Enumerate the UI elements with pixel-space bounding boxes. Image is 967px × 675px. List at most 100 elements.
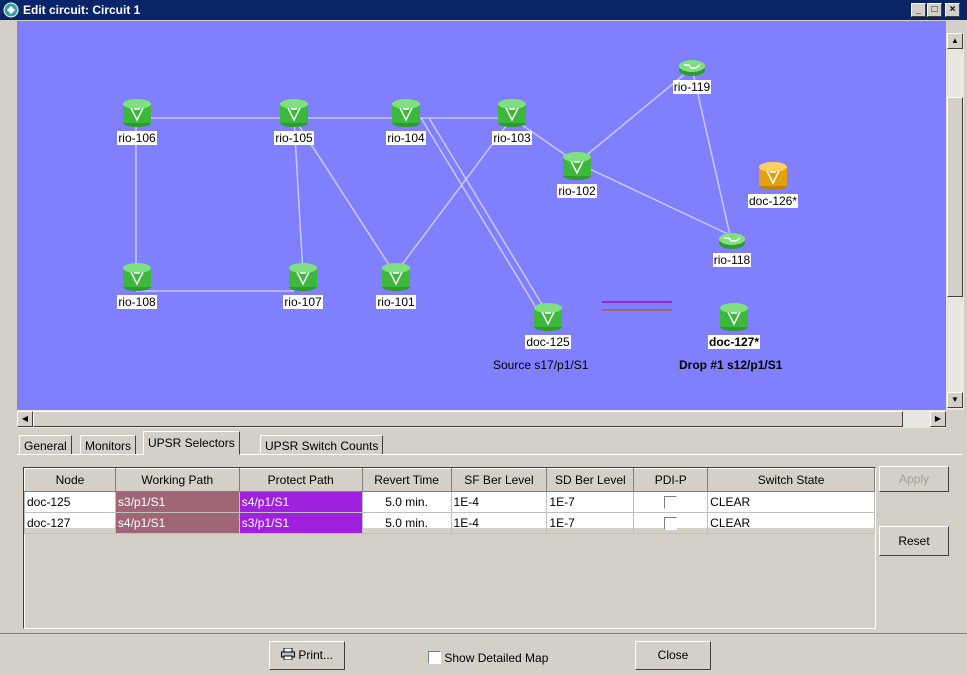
router-icon	[123, 263, 151, 291]
scroll-thumb[interactable]	[33, 411, 903, 427]
ring-node-icon	[679, 60, 705, 76]
show-detailed-map-toggle[interactable]: Show Detailed Map	[428, 650, 548, 665]
printer-icon	[280, 647, 295, 661]
title-bar: Edit circuit: Circuit 1 _ □ ×	[0, 0, 967, 20]
node-label: rio-119	[672, 80, 712, 94]
cell-working-path[interactable]: s4/p1/S1	[114, 512, 240, 534]
table-empty-area	[25, 528, 875, 628]
cell-revert-time[interactable]: 5.0 min.	[361, 512, 452, 534]
cell-pdi-p[interactable]	[633, 512, 709, 534]
cell-sd-ber-level[interactable]: 1E-7	[546, 491, 635, 513]
node-doc-127[interactable]: doc-127*	[704, 302, 764, 349]
map-horizontal-scrollbar[interactable]: ◀ ▶	[17, 410, 946, 428]
show-detailed-map-label: Show Detailed Map	[444, 650, 549, 665]
column-header-node[interactable]: Node	[24, 468, 116, 492]
node-label: doc-127*	[707, 335, 761, 349]
reset-button[interactable]: Reset	[879, 526, 949, 556]
tab-upsr-selectors[interactable]: UPSR Selectors	[143, 431, 240, 455]
node-rio-105[interactable]: rio-105	[269, 98, 319, 145]
apply-button[interactable]: Apply	[879, 466, 949, 492]
tab-monitors[interactable]: Monitors	[80, 435, 137, 455]
column-header-sd-ber-level[interactable]: SD Ber Level	[546, 468, 635, 492]
cell-node[interactable]: doc-125	[24, 491, 116, 513]
scroll-right-button[interactable]: ▶	[930, 411, 946, 427]
scroll-thumb[interactable]	[947, 97, 963, 297]
node-rio-103[interactable]: rio-103	[487, 98, 537, 145]
upsr-selectors-table[interactable]: Node Working Path Protect Path Revert Ti…	[23, 467, 876, 629]
node-doc-125[interactable]: doc-125	[523, 302, 573, 349]
minimize-button[interactable]: _	[911, 3, 926, 17]
cell-working-path[interactable]: s3/p1/S1	[114, 491, 240, 513]
cell-node[interactable]: doc-127	[24, 512, 116, 534]
window-title: Edit circuit: Circuit 1	[23, 3, 141, 17]
router-icon	[280, 99, 308, 127]
table-row[interactable]: doc-125 s3/p1/S1 s4/p1/S1 5.0 min. 1E-4 …	[24, 491, 875, 513]
print-button[interactable]: Print...	[269, 641, 345, 670]
scroll-down-button[interactable]: ▼	[947, 392, 963, 408]
node-rio-106[interactable]: rio-106	[112, 98, 162, 145]
cell-switch-state[interactable]: CLEAR	[707, 512, 875, 534]
node-label: doc-126*	[747, 194, 799, 208]
cell-sf-ber-level[interactable]: 1E-4	[450, 491, 548, 513]
close-button[interactable]: Close	[635, 641, 711, 670]
node-label: rio-102	[557, 184, 597, 198]
network-map[interactable]: rio-106 rio-105 rio-104 rio-103 rio-102 …	[17, 21, 946, 410]
column-header-sf-ber-level[interactable]: SF Ber Level	[450, 468, 548, 492]
column-header-switch-state[interactable]: Switch State	[707, 468, 875, 492]
node-label: rio-118	[712, 253, 752, 267]
node-label: rio-108	[117, 295, 157, 309]
cell-revert-time[interactable]: 5.0 min.	[361, 491, 452, 513]
tab-upsr-switch-counts[interactable]: UPSR Switch Counts	[260, 435, 384, 455]
close-window-button[interactable]: ×	[945, 3, 960, 17]
drop-caption: Drop #1 s12/p1/S1	[679, 358, 783, 372]
cell-sd-ber-level[interactable]: 1E-7	[546, 512, 635, 534]
tab-general[interactable]: General	[19, 435, 72, 455]
maximize-button[interactable]: □	[927, 3, 942, 17]
router-icon	[289, 263, 317, 291]
show-detailed-map-checkbox[interactable]	[428, 651, 441, 665]
router-icon	[563, 152, 591, 180]
cell-protect-path[interactable]: s3/p1/S1	[238, 512, 363, 534]
column-header-pdi-p[interactable]: PDI-P	[633, 468, 709, 492]
link-rio104-doc125-b	[428, 117, 544, 307]
ring-node-icon	[719, 233, 745, 249]
selectors-grid: Node Working Path Protect Path Revert Ti…	[24, 468, 875, 534]
node-label: doc-125	[525, 335, 571, 349]
cell-protect-path[interactable]: s4/p1/S1	[238, 491, 363, 513]
node-label: rio-107	[283, 295, 323, 309]
node-doc-126[interactable]: doc-126*	[743, 161, 803, 208]
node-rio-102[interactable]: rio-102	[552, 151, 602, 198]
scroll-up-button[interactable]: ▲	[947, 33, 963, 49]
node-rio-119[interactable]: rio-119	[667, 57, 717, 94]
column-header-working-path[interactable]: Working Path	[114, 468, 240, 492]
router-icon	[392, 99, 420, 127]
source-caption: Source s17/p1/S1	[493, 358, 589, 372]
router-icon	[534, 303, 562, 331]
router-icon	[382, 263, 410, 291]
node-rio-107[interactable]: rio-107	[278, 262, 328, 309]
pdi-p-checkbox[interactable]	[664, 496, 678, 510]
node-rio-118[interactable]: rio-118	[707, 230, 757, 267]
column-header-revert-time[interactable]: Revert Time	[361, 468, 452, 492]
node-rio-108[interactable]: rio-108	[112, 262, 162, 309]
cell-pdi-p[interactable]	[633, 491, 709, 513]
column-header-protect-path[interactable]: Protect Path	[238, 468, 363, 492]
app-icon	[3, 2, 19, 18]
cell-sf-ber-level[interactable]: 1E-4	[450, 512, 548, 534]
node-label: rio-105	[274, 131, 314, 145]
table-row[interactable]: doc-127 s4/p1/S1 s3/p1/S1 5.0 min. 1E-4 …	[24, 512, 875, 534]
map-vertical-scrollbar[interactable]: ▲ ▼	[946, 33, 964, 410]
router-icon	[720, 303, 748, 331]
node-label: rio-104	[386, 131, 426, 145]
node-label: rio-103	[492, 131, 532, 145]
node-rio-101[interactable]: rio-101	[371, 262, 421, 309]
map-links	[135, 67, 731, 311]
node-rio-104[interactable]: rio-104	[381, 98, 431, 145]
scroll-left-button[interactable]: ◀	[17, 411, 33, 427]
router-icon	[123, 99, 151, 127]
node-label: rio-101	[376, 295, 416, 309]
pdi-p-checkbox[interactable]	[664, 517, 678, 531]
link-rio104-doc125-a	[420, 117, 536, 307]
cell-switch-state[interactable]: CLEAR	[707, 491, 875, 513]
router-alarm-icon	[759, 162, 787, 190]
